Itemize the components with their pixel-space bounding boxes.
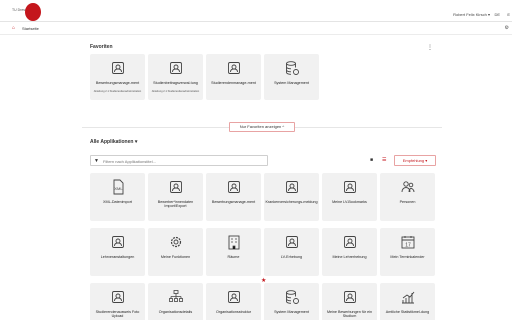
app-tile[interactable]: Organisationsstruktur xyxy=(206,283,261,320)
calendar-icon: 17 xyxy=(400,234,416,250)
app-tile[interactable]: Bewerber*innendaten Import/Export xyxy=(148,173,203,221)
statistics-icon xyxy=(400,289,416,305)
system-database-icon xyxy=(284,60,300,76)
bookmark-icon xyxy=(342,179,358,195)
filter-field[interactable]: ▼ xyxy=(90,155,268,166)
app-tile-title: Studierendenausweis Foto Upload xyxy=(95,310,140,319)
photo-upload-icon xyxy=(110,289,126,305)
app-tile[interactable]: Meine Funktionen xyxy=(148,228,203,276)
filter-input[interactable] xyxy=(103,157,263,165)
app-tile[interactable]: Personen xyxy=(380,173,435,221)
app-tile-subtitle: Abteilung 2.1 Studierendenadministration xyxy=(93,90,142,93)
app-tile[interactable]: Organisationsdetails xyxy=(148,283,203,320)
all-apps-title[interactable]: Alle Applikationen ▾ xyxy=(90,139,137,145)
svg-text:17: 17 xyxy=(405,243,411,249)
building-icon xyxy=(226,234,242,250)
app-tile-title: System Management xyxy=(274,81,309,85)
app-tile-title: Organisationsstruktur xyxy=(215,310,252,314)
app-tile[interactable]: 17 Mein Terminkalender xyxy=(380,228,435,276)
app-tile-title: Meine Bewerbungen für ein Studium xyxy=(326,310,373,319)
app-tile-title: Amtliche Statistikmel-dung xyxy=(385,310,430,314)
students-icon xyxy=(226,60,242,76)
university-logo[interactable]: TU Dresden xyxy=(12,3,52,21)
my-applications-icon xyxy=(342,289,358,305)
app-tile[interactable]: Bewerbungsmanage-ment Abteilung 2.1 Studi… xyxy=(90,54,145,100)
app-tile-title: Lehrveranstaltungen xyxy=(100,255,135,259)
app-tile[interactable]: Studierendenausweis Foto Upload xyxy=(90,283,145,320)
svg-text:XML: XML xyxy=(114,186,123,191)
org-chart-icon xyxy=(168,289,184,305)
app-tile-title: Bewerber*innendaten Import/Export xyxy=(157,200,194,209)
app-tile-title: Bewerbungsmanage-ment xyxy=(95,81,140,85)
app-tile-title: Mein Terminkalender xyxy=(390,255,425,259)
app-tile-title: XML-Datenimport xyxy=(103,200,132,204)
app-tile[interactable]: Studierendenmanage-ment xyxy=(206,54,261,100)
gear-icon xyxy=(168,234,184,250)
app-tile-title: Studierendenmanage-ment xyxy=(211,81,256,85)
app-tile[interactable]: Meine Lehrerhebung xyxy=(322,228,377,276)
list-view-icon[interactable]: ☰ xyxy=(382,157,386,163)
kebab-icon[interactable]: ⋮ xyxy=(427,44,433,51)
app-tile-subtitle: Abteilung 2.1 Studierendenadministration xyxy=(151,90,200,93)
app-tile-title: System Management xyxy=(274,310,309,314)
app-tile[interactable]: Räume xyxy=(206,228,261,276)
app-tile-title: Organisationsdetails xyxy=(158,310,193,314)
app-tile[interactable]: Meine Bewerbungen für ein Studium xyxy=(322,283,377,320)
settings-icon[interactable]: ⚙ xyxy=(505,25,509,31)
app-tile-title: Meine Funktionen xyxy=(160,255,191,259)
edge-button[interactable]: E xyxy=(507,12,510,17)
import-export-icon xyxy=(168,179,184,195)
breadcrumb-home[interactable]: Startseite xyxy=(22,26,39,31)
app-tile[interactable]: System Management xyxy=(264,283,319,320)
app-tile-title: Meine LV-Bookmarks xyxy=(332,200,367,204)
main-panel: Favoriten ⋮ Bewerbungsmanage-ment Abteilu… xyxy=(82,35,442,320)
system-database-icon xyxy=(284,289,300,305)
favorites-title: Favoriten xyxy=(90,44,113,50)
app-tile[interactable]: Krankenversicherungs-meldung xyxy=(264,173,319,221)
app-tile-title: LV-Erhebung xyxy=(280,255,303,259)
home-icon[interactable]: ⌂ xyxy=(12,25,15,31)
user-menu[interactable]: Robert Felix Kirsch ▾ xyxy=(453,12,490,17)
app-tile-title: Bewerbungsmanage-ment xyxy=(211,200,256,204)
grid-view-icon[interactable]: ■ xyxy=(370,157,373,163)
app-tile-title: Meine Lehrerhebung xyxy=(332,255,367,259)
breadcrumb: ⌂ Startseite ⚙ xyxy=(0,22,512,35)
persons-icon xyxy=(400,179,416,195)
app-tile[interactable]: LV-Erhebung xyxy=(264,228,319,276)
app-tile-title: Räume xyxy=(227,255,240,259)
app-tile[interactable]: Meine LV-Bookmarks xyxy=(322,173,377,221)
fee-database-icon xyxy=(168,60,184,76)
app-tile[interactable]: Studienbeitragsverwal-tung Abteilung 2.1 … xyxy=(148,54,203,100)
favorites-only-toggle[interactable]: Nur Favoriten anzeigen ^ xyxy=(229,122,295,132)
courses-icon xyxy=(110,234,126,250)
application-management-icon xyxy=(226,179,242,195)
app-tile[interactable]: Lehrveranstaltungen xyxy=(90,228,145,276)
teaching-survey-icon xyxy=(342,234,358,250)
app-tile-title: Studienbeitragsverwal-tung xyxy=(153,81,198,85)
language-switch[interactable]: DE xyxy=(494,12,500,17)
app-tile-title: Krankenversicherungs-meldung xyxy=(265,200,318,204)
app-tile[interactable]: Amtliche Statistikmel-dung xyxy=(380,283,435,320)
app-tile-title: Personen xyxy=(399,200,416,204)
app-tile[interactable]: System Management xyxy=(264,54,319,100)
favorite-star-icon[interactable]: ★ xyxy=(261,277,266,284)
top-bar: TU Dresden Robert Felix Kirsch ▾ DE E xyxy=(0,0,512,22)
sort-dropdown[interactable]: Empfehlung ▾ xyxy=(394,155,436,166)
app-tile[interactable]: XML XML-Datenimport xyxy=(90,173,145,221)
application-management-icon xyxy=(110,60,126,76)
logo-mark xyxy=(25,3,41,21)
xml-file-icon: XML xyxy=(110,179,126,195)
org-structure-icon xyxy=(226,289,242,305)
filter-icon: ▼ xyxy=(94,158,99,164)
insurance-icon xyxy=(284,179,300,195)
app-tile[interactable]: Bewerbungsmanage-ment xyxy=(206,173,261,221)
survey-icon xyxy=(284,234,300,250)
